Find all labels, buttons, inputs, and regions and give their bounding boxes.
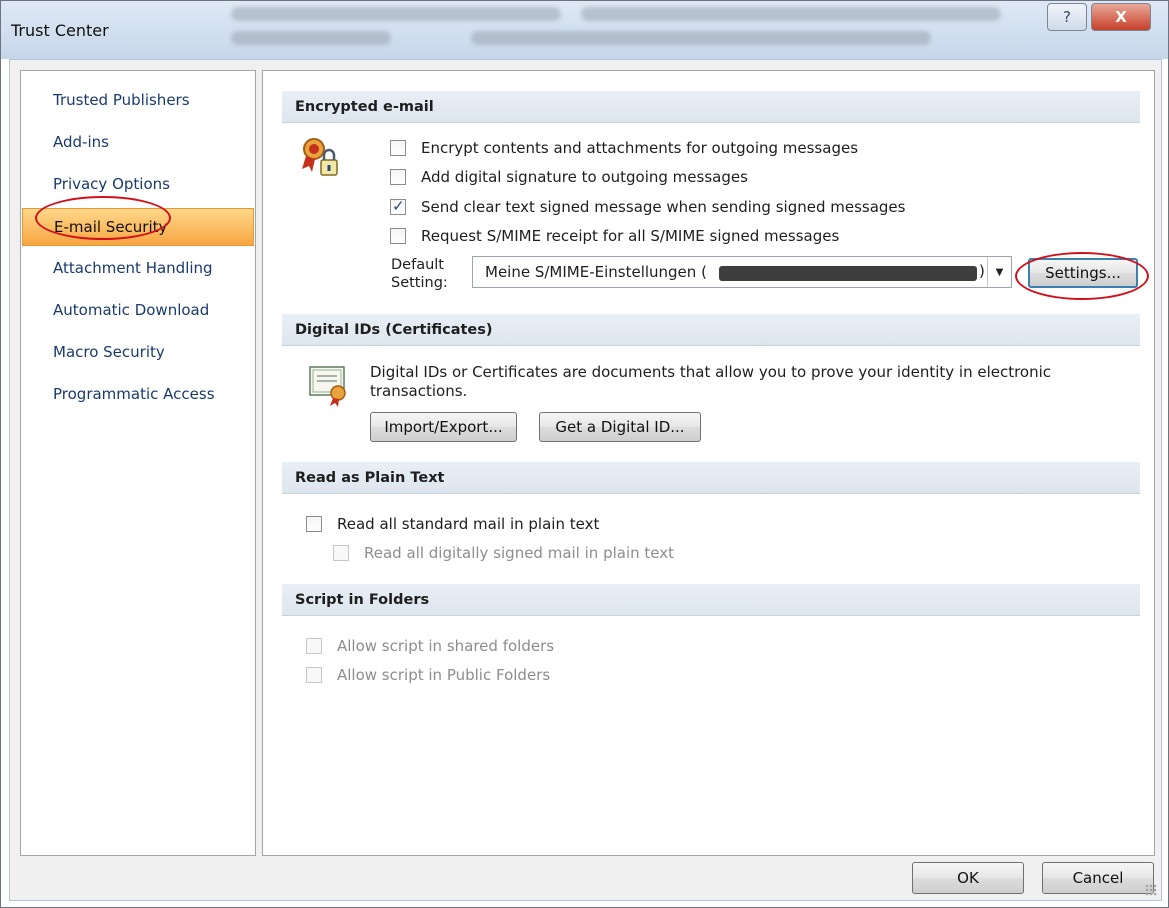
send-clear-text-checkbox[interactable] [390,197,406,215]
request-receipt-checkbox[interactable] [390,228,406,244]
option-label: Encrypt contents and attachments for out… [421,139,859,157]
option-allow-script-shared[interactable]: Allow script in shared folders [306,635,554,657]
sidebar-item-attachment-handling[interactable]: Attachment Handling [22,251,254,285]
sidebar-item-macro-security[interactable]: Macro Security [22,335,254,369]
sidebar-nav: Trusted Publishers Add-ins Privacy Optio… [20,70,256,856]
option-request-smime-receipt[interactable]: Request S/MIME receipt for all S/MIME si… [390,225,839,247]
redacted-text [719,266,977,281]
add-signature-checkbox[interactable] [390,169,406,185]
certificate-icon [308,363,352,407]
sidebar-item-label: Automatic Download [53,301,210,319]
window-title: Trust Center [11,21,109,40]
ok-label: OK [957,869,979,887]
close-button[interactable]: X [1091,3,1151,31]
section-header-script-folders: Script in Folders [282,584,1140,616]
option-label: Send clear text signed message when send… [421,198,906,216]
option-read-signed-plain-text[interactable]: Read all digitally signed mail in plain … [333,542,674,564]
sidebar-item-label: Programmatic Access [53,385,215,403]
option-label: Read all digitally signed mail in plain … [364,544,674,562]
section-header-digital-ids: Digital IDs (Certificates) [282,314,1140,346]
settings-button-label: Settings... [1045,264,1121,282]
digital-ids-description: Digital IDs or Certificates are document… [370,363,1052,400]
sidebar-item-trusted-publishers[interactable]: Trusted Publishers [22,83,254,117]
ok-button[interactable]: OK [912,862,1024,894]
option-encrypt-contents[interactable]: Encrypt contents and attachments for out… [390,137,858,159]
option-read-plain-text[interactable]: Read all standard mail in plain text [306,513,599,535]
allow-script-public-checkbox[interactable] [306,667,322,683]
option-send-clear-text[interactable]: Send clear text signed message when send… [390,196,905,218]
option-label: Read all standard mail in plain text [337,515,600,533]
help-button[interactable]: ? [1047,3,1087,31]
read-signed-plain-text-checkbox[interactable] [333,545,349,561]
cancel-button[interactable]: Cancel [1042,862,1154,894]
dialog-client-area: Trusted Publishers Add-ins Privacy Optio… [9,59,1162,901]
resize-grip[interactable] [1145,884,1157,896]
default-setting-value: Meine S/MIME-Einstellungen ( [485,263,707,281]
default-setting-suffix: ) [979,262,985,280]
option-label: Request S/MIME receipt for all S/MIME si… [421,227,840,245]
option-add-signature[interactable]: Add digital signature to outgoing messag… [390,166,748,188]
section-header-plain-text: Read as Plain Text [282,462,1140,494]
blurred-background-text [581,7,1001,21]
sidebar-item-label: Add-ins [53,133,109,151]
option-label: Allow script in shared folders [337,637,555,655]
option-label: Allow script in Public Folders [337,666,551,684]
help-icon: ? [1063,8,1071,26]
read-plain-text-checkbox[interactable] [306,516,322,532]
chevron-down-icon[interactable]: ▼ [987,257,1011,287]
sidebar-item-privacy-options[interactable]: Privacy Options [22,167,254,201]
close-icon: X [1115,8,1127,26]
sidebar-item-label: Attachment Handling [53,259,213,277]
title-bar[interactable]: Trust Center ? X [1,1,1168,59]
default-setting-dropdown[interactable]: Meine S/MIME-Einstellungen ( ) ▼ [472,256,1012,288]
sidebar-item-label: Macro Security [53,343,165,361]
default-setting-label: Default Setting: [391,256,448,292]
get-digital-id-button[interactable]: Get a Digital ID... [539,412,701,442]
trust-center-window: Trust Center ? X Trusted Publishers Add-… [0,0,1169,908]
get-digital-id-label: Get a Digital ID... [555,418,685,436]
sidebar-item-programmatic-access[interactable]: Programmatic Access [22,377,254,411]
sidebar-item-add-ins[interactable]: Add-ins [22,125,254,159]
sidebar-item-automatic-download[interactable]: Automatic Download [22,293,254,327]
import-export-label: Import/Export... [384,418,503,436]
section-header-encrypted-email: Encrypted e-mail [282,91,1140,123]
content-pane: Encrypted e-mail Encrypt contents and at… [262,70,1155,856]
security-lock-icon [300,137,342,181]
settings-button[interactable]: Settings... [1028,258,1138,288]
option-label: Add digital signature to outgoing messag… [421,168,748,186]
allow-script-shared-checkbox[interactable] [306,638,322,654]
default-setting-label-line1: Default [391,257,444,273]
blurred-background-text [471,31,931,45]
sidebar-item-label: E-mail Security [54,218,168,236]
sidebar-item-label: Privacy Options [53,175,170,193]
sidebar-item-email-security[interactable]: E-mail Security [22,208,254,246]
blurred-background-text [231,7,561,21]
blurred-background-text [231,31,391,45]
default-setting-label-line2: Setting: [391,275,448,291]
option-allow-script-public[interactable]: Allow script in Public Folders [306,664,550,686]
sidebar-item-label: Trusted Publishers [53,91,190,109]
cancel-label: Cancel [1072,869,1124,887]
encrypt-contents-checkbox[interactable] [390,140,406,156]
import-export-button[interactable]: Import/Export... [370,412,517,442]
